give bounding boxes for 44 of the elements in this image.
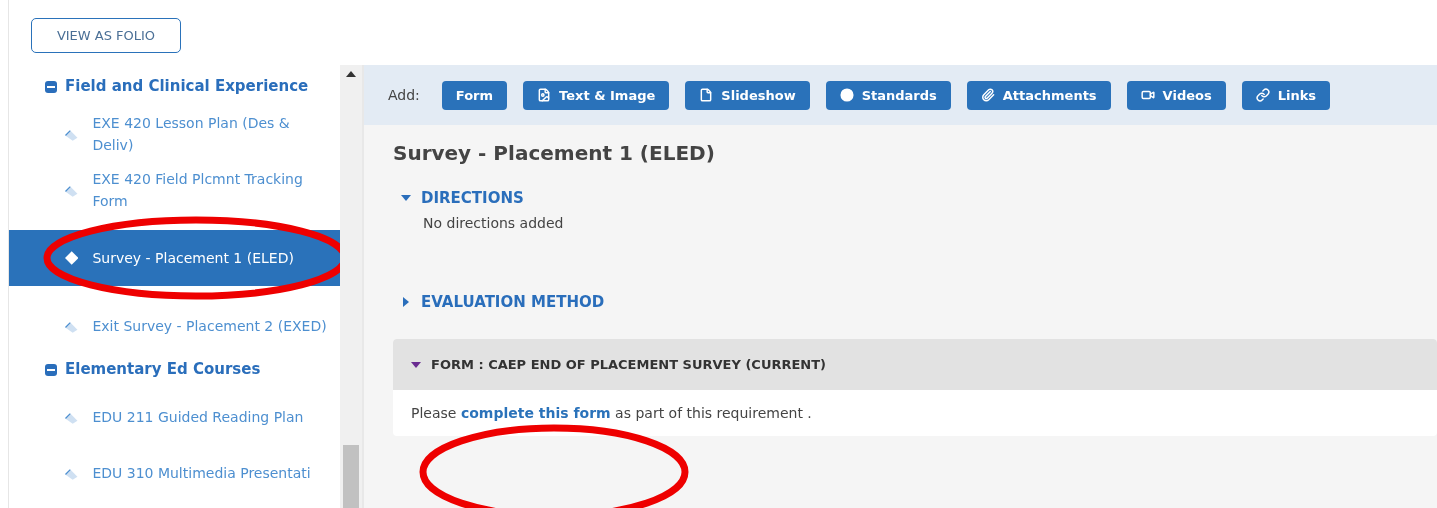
add-button[interactable]: Text & Image bbox=[523, 80, 670, 110]
caret-down-icon[interactable] bbox=[411, 359, 421, 370]
pencil-icon bbox=[65, 410, 79, 424]
sidebar-item[interactable]: EDU 211 Guided Reading Plan bbox=[9, 389, 340, 445]
image-file-icon bbox=[537, 88, 552, 102]
sidebar-group-label[interactable]: Field and Clinical Experience bbox=[65, 75, 315, 98]
circle-icon bbox=[839, 88, 854, 102]
sidebar-item[interactable]: EXE 420 Lesson Plan (Des & Deliv) bbox=[9, 106, 340, 162]
page-title: Survey - Placement 1 (ELED) bbox=[393, 141, 716, 165]
collapse-icon[interactable] bbox=[45, 80, 57, 93]
section-heading[interactable]: EVALUATION METHOD bbox=[421, 293, 605, 311]
pencil-icon bbox=[65, 466, 79, 480]
add-button[interactable]: Links bbox=[1241, 80, 1331, 110]
sidebar-item[interactable]: Survey - Placement 1 (ELED) bbox=[9, 230, 340, 286]
add-label: Add: bbox=[388, 87, 420, 103]
video-icon bbox=[1140, 88, 1155, 102]
sidebar-item[interactable]: EXE 420 Field Plcmnt Tracking Form bbox=[9, 162, 340, 218]
form-panel-title: FORM : CAEP END OF PLACEMENT SURVEY (CURRENT) bbox=[431, 357, 827, 372]
view-as-folio-button[interactable]: VIEW AS FOLIO bbox=[31, 18, 181, 53]
file-icon bbox=[699, 88, 714, 102]
caret-down-icon[interactable] bbox=[401, 193, 411, 203]
collapse-icon[interactable] bbox=[45, 363, 57, 376]
sidebar-group-label[interactable]: Elementary Ed Courses bbox=[65, 358, 315, 381]
link-icon bbox=[1255, 88, 1270, 102]
sidebar-item[interactable]: EDU 310 Multimedia Presentati bbox=[9, 445, 340, 501]
diamond-icon bbox=[65, 251, 79, 265]
caret-right-icon[interactable] bbox=[401, 297, 411, 307]
add-button[interactable]: Standards bbox=[825, 80, 951, 110]
scroll-up-arrow-icon[interactable] bbox=[346, 71, 356, 77]
pencil-icon bbox=[65, 183, 79, 197]
scrollbar-thumb[interactable] bbox=[343, 445, 359, 508]
pencil-icon bbox=[65, 127, 79, 141]
complete-form-link[interactable]: complete this form bbox=[460, 405, 611, 421]
add-button[interactable]: Attachments bbox=[966, 80, 1111, 110]
add-button[interactable]: Form bbox=[441, 80, 508, 110]
form-instruction-text: Please complete this form as part of this requirement . bbox=[410, 404, 813, 423]
pencil-icon bbox=[65, 319, 79, 333]
sidebar-item[interactable]: Exit Survey - Placement 2 (EXED) bbox=[9, 298, 340, 354]
paperclip-icon bbox=[980, 88, 995, 102]
add-button[interactable]: Videos bbox=[1126, 80, 1226, 110]
section-heading[interactable]: DIRECTIONS bbox=[421, 189, 524, 207]
add-button[interactable]: Slideshow bbox=[685, 80, 810, 110]
section-text: No directions added bbox=[423, 215, 565, 231]
form-panel-header[interactable]: FORM : CAEP END OF PLACEMENT SURVEY (CURRENT) bbox=[393, 339, 1437, 390]
